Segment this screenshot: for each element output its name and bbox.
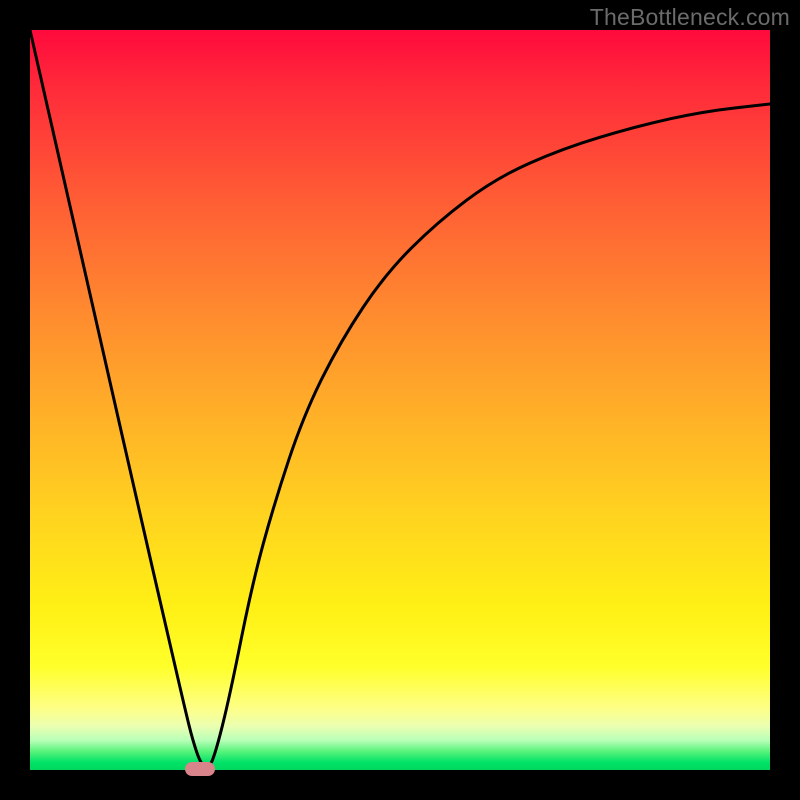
minimum-marker: [185, 762, 215, 776]
bottleneck-curve: [30, 30, 770, 770]
watermark-text: TheBottleneck.com: [590, 4, 790, 31]
chart-frame: TheBottleneck.com: [0, 0, 800, 800]
plot-area: [30, 30, 770, 770]
